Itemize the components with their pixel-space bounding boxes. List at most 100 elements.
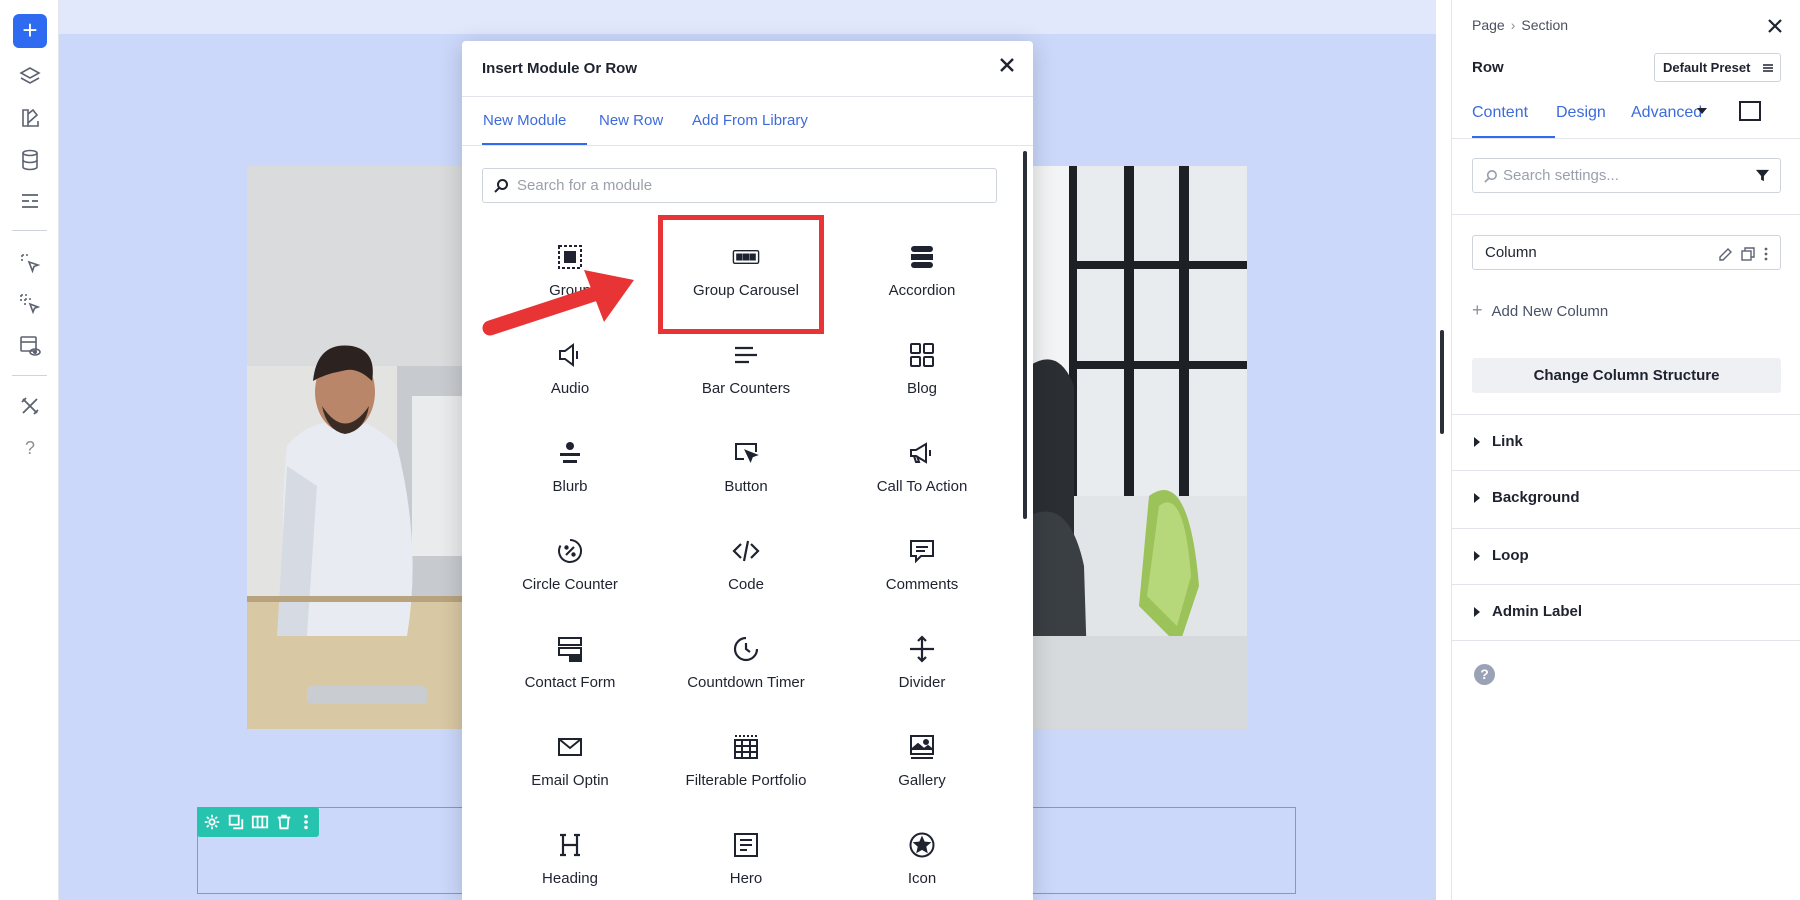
- theme-icon[interactable]: [18, 106, 42, 130]
- add-new-column-button[interactable]: + Add New Column: [1472, 300, 1608, 321]
- module-divider[interactable]: Divider: [834, 613, 1010, 711]
- tab-design[interactable]: Design: [1556, 92, 1606, 138]
- module-countdown-timer[interactable]: Countdown Timer: [658, 613, 834, 711]
- layers-icon[interactable]: [18, 65, 42, 89]
- search-icon: [493, 178, 509, 194]
- section-admin-label[interactable]: Admin Label: [1452, 584, 1800, 640]
- module-icon[interactable]: Icon: [834, 809, 1010, 900]
- module-label: Call To Action: [876, 478, 968, 495]
- change-column-structure-button[interactable]: Change Column Structure: [1472, 358, 1781, 393]
- canvas-top-band: [59, 0, 1436, 34]
- settings-icon[interactable]: [203, 813, 221, 831]
- bar-counters-icon: [732, 341, 760, 369]
- layout-icon[interactable]: [18, 189, 42, 213]
- divider-icon: [908, 635, 936, 663]
- close-icon[interactable]: [997, 55, 1017, 75]
- trash-icon[interactable]: [275, 813, 293, 831]
- module-email-optin[interactable]: Email Optin: [482, 711, 658, 809]
- module-label: Filterable Portfolio: [685, 772, 807, 789]
- office-photo-right[interactable]: [1029, 166, 1247, 729]
- preset-options-icon: [1763, 64, 1773, 72]
- module-label: Contact Form: [524, 674, 616, 691]
- countdown-timer-icon: [732, 635, 760, 663]
- module-label: Code: [728, 576, 764, 593]
- tab-add-from-library[interactable]: Add From Library: [692, 97, 808, 145]
- help-icon[interactable]: ?: [1474, 664, 1495, 685]
- audio-icon: [556, 341, 584, 369]
- row-toolbar: [197, 807, 319, 837]
- module-blurb[interactable]: Blurb: [482, 417, 658, 515]
- modal-scrollbar[interactable]: [1023, 151, 1027, 519]
- columns-icon[interactable]: [251, 813, 269, 831]
- left-toolbar: + ?: [0, 0, 59, 900]
- accordion-icon: [908, 243, 936, 271]
- module-label: Bar Counters: [701, 380, 791, 397]
- plus-icon: +: [1472, 300, 1483, 320]
- duplicate-icon[interactable]: [227, 813, 245, 831]
- preset-label: Default Preset: [1663, 60, 1751, 75]
- pointer-select-icon[interactable]: [18, 251, 42, 275]
- database-icon[interactable]: [18, 148, 42, 172]
- module-label: Audio: [550, 380, 590, 397]
- tab-content[interactable]: Content: [1472, 92, 1555, 138]
- module-code[interactable]: Code: [658, 515, 834, 613]
- module-accordion[interactable]: Accordion: [834, 221, 1010, 319]
- preset-select[interactable]: Default Preset: [1654, 53, 1781, 82]
- heading-icon: [556, 831, 584, 859]
- gallery-icon: [908, 733, 936, 761]
- modal-title: Insert Module Or Row: [482, 60, 638, 77]
- column-item[interactable]: Column: [1472, 235, 1781, 270]
- column-label: Column: [1485, 244, 1537, 261]
- tab-new-row[interactable]: New Row: [599, 97, 663, 145]
- section-link[interactable]: Link: [1452, 414, 1800, 470]
- tools-icon[interactable]: [18, 394, 42, 418]
- view-mode-icon[interactable]: [1739, 101, 1761, 121]
- module-audio[interactable]: Audio: [482, 319, 658, 417]
- module-label: Group: [549, 282, 591, 299]
- breadcrumb-section[interactable]: Section: [1521, 17, 1568, 33]
- filter-icon[interactable]: [1755, 168, 1770, 183]
- circle-counter-icon: [556, 537, 584, 565]
- caret-right-icon: [1474, 437, 1480, 447]
- module-button[interactable]: Button: [658, 417, 834, 515]
- module-comments[interactable]: Comments: [834, 515, 1010, 613]
- more-vertical-icon[interactable]: [297, 813, 315, 831]
- comments-icon: [908, 537, 936, 565]
- column-actions[interactable]: [1716, 246, 1772, 262]
- email-optin-icon: [556, 733, 584, 761]
- settings-panel: Page › Section Row Default Preset Content …: [1451, 0, 1800, 900]
- office-photo-left[interactable]: [247, 166, 467, 729]
- panel-tabs: Content Design Advanced: [1452, 92, 1800, 138]
- multi-select-icon[interactable]: [18, 292, 42, 316]
- caret-down-icon[interactable]: [1697, 106, 1707, 116]
- breadcrumb-page[interactable]: Page: [1472, 17, 1505, 33]
- tab-advanced[interactable]: Advanced: [1631, 92, 1702, 138]
- section-loop[interactable]: Loop: [1452, 528, 1800, 584]
- add-button[interactable]: +: [13, 14, 47, 48]
- help-icon[interactable]: ?: [18, 436, 42, 460]
- close-icon[interactable]: [1766, 17, 1784, 35]
- module-label: Comments: [885, 576, 959, 593]
- module-group[interactable]: Group: [482, 221, 658, 319]
- module-label: Blog: [906, 380, 938, 397]
- hero-icon: [732, 831, 760, 859]
- settings-search-input[interactable]: [1503, 159, 1743, 192]
- module-blog[interactable]: Blog: [834, 319, 1010, 417]
- module-circle-counter[interactable]: Circle Counter: [482, 515, 658, 613]
- module-hero[interactable]: Hero: [658, 809, 834, 900]
- module-heading[interactable]: Heading: [482, 809, 658, 900]
- preview-icon[interactable]: [18, 334, 42, 358]
- canvas-scrollbar[interactable]: [1440, 330, 1444, 434]
- module-gallery[interactable]: Gallery: [834, 711, 1010, 809]
- modal-tabs: New Module New Row Add From Library: [462, 97, 1033, 145]
- module-search: [482, 168, 997, 203]
- module-search-input[interactable]: [517, 169, 987, 202]
- module-call-to-action[interactable]: Call To Action: [834, 417, 1010, 515]
- section-background[interactable]: Background: [1452, 470, 1800, 526]
- module-filterable-portfolio[interactable]: Filterable Portfolio: [658, 711, 834, 809]
- tab-new-module[interactable]: New Module: [482, 97, 587, 145]
- panel-title: Row: [1472, 59, 1504, 76]
- module-contact-form[interactable]: Contact Form: [482, 613, 658, 711]
- caret-right-icon: [1474, 493, 1480, 503]
- section-label: Link: [1492, 433, 1523, 450]
